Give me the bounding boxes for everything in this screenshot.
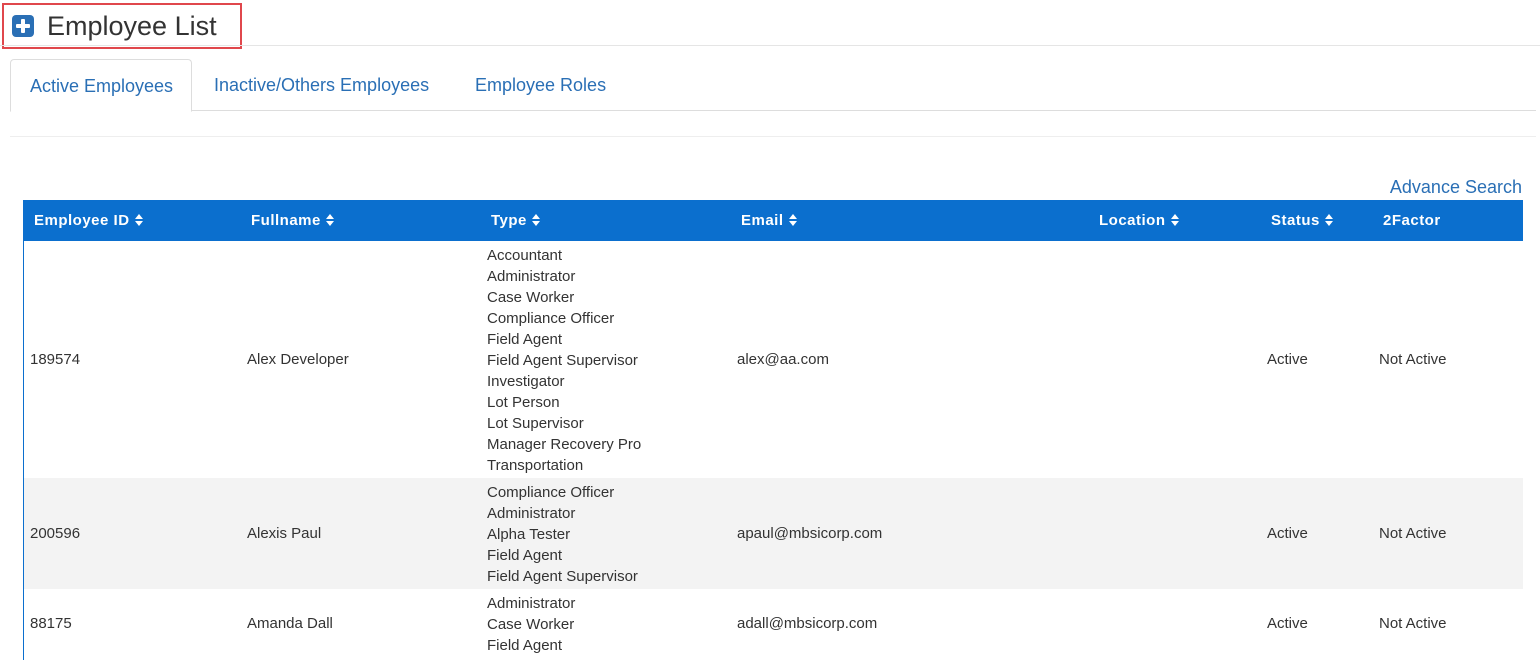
type-item: Field Agent (487, 331, 563, 348)
table-row[interactable]: 189574 Alex Developer Accountant Adminis… (24, 241, 1523, 478)
section-divider (10, 136, 1536, 137)
type-item: Field Agent (487, 637, 563, 654)
type-item: Lot Person (487, 394, 560, 411)
employee-table: Employee ID Fullname Type Email Location… (23, 200, 1523, 660)
advance-search-link[interactable]: Advance Search (1390, 177, 1522, 198)
sort-icon[interactable] (1170, 214, 1180, 226)
table-row[interactable]: 88175 Amanda Dall Administrator Case Wor… (24, 589, 1523, 658)
fullname-cell: Alexis Paul (247, 525, 322, 542)
type-item: Field Agent Supervisor (487, 352, 638, 369)
type-item: Case Worker (487, 616, 575, 633)
tab-inactive-others-employees[interactable]: Inactive/Others Employees (214, 59, 429, 111)
tab-employee-roles[interactable]: Employee Roles (475, 59, 606, 111)
column-header-label: Type (491, 212, 527, 229)
email-cell: alex@aa.com (737, 351, 829, 368)
page-title-box: Employee List (2, 3, 242, 49)
type-cell: Administrator Case Worker Field Agent (487, 593, 575, 656)
type-item: Compliance Officer (487, 310, 615, 327)
plus-square-icon[interactable] (12, 15, 34, 37)
column-header-label: Employee ID (34, 212, 130, 229)
type-item: Transportation (487, 457, 584, 474)
fullname-cell: Alex Developer (247, 351, 349, 368)
type-item: Alpha Tester (487, 526, 571, 543)
table-header: Employee ID Fullname Type Email Location… (24, 200, 1523, 241)
title-divider (0, 45, 1540, 46)
twofactor-cell: Not Active (1379, 525, 1447, 542)
employee-tabs: Active Employees Inactive/Others Employe… (10, 59, 1536, 112)
employee-id-cell: 200596 (30, 525, 81, 542)
employee-id-cell: 189574 (30, 351, 81, 368)
employee-id-cell: 88175 (30, 615, 72, 632)
column-header-employee-id[interactable]: Employee ID (34, 200, 144, 241)
type-item: Case Worker (487, 289, 575, 306)
type-item: Accountant (487, 247, 563, 264)
column-header-label: Fullname (251, 212, 321, 229)
column-header-email[interactable]: Email (741, 200, 798, 241)
column-header-2factor: 2Factor (1383, 200, 1441, 241)
sort-icon[interactable] (788, 214, 798, 226)
page-title: Employee List (47, 10, 217, 41)
twofactor-cell: Not Active (1379, 351, 1447, 368)
fullname-cell: Amanda Dall (247, 615, 333, 632)
type-cell: Compliance Officer Administrator Alpha T… (487, 482, 638, 587)
type-item: Investigator (487, 373, 565, 390)
column-header-label: Email (741, 212, 784, 229)
column-header-status[interactable]: Status (1271, 200, 1334, 241)
email-cell: apaul@mbsicorp.com (737, 525, 883, 542)
column-header-label: 2Factor (1383, 212, 1441, 229)
email-cell: adall@mbsicorp.com (737, 615, 878, 632)
type-cell: Accountant Administrator Case Worker Com… (487, 245, 641, 476)
type-item: Field Agent Supervisor (487, 568, 638, 585)
type-item: Administrator (487, 595, 576, 612)
status-cell: Active (1267, 615, 1308, 632)
status-cell: Active (1267, 525, 1308, 542)
sort-icon[interactable] (531, 214, 541, 226)
column-header-label: Status (1271, 212, 1320, 229)
column-header-label: Location (1099, 212, 1166, 229)
type-item: Administrator (487, 268, 576, 285)
column-header-fullname[interactable]: Fullname (251, 200, 335, 241)
column-header-location[interactable]: Location (1099, 200, 1180, 241)
sort-icon[interactable] (325, 214, 335, 226)
sort-icon[interactable] (134, 214, 144, 226)
type-item: Lot Supervisor (487, 415, 584, 432)
column-header-type[interactable]: Type (491, 200, 541, 241)
type-item: Administrator (487, 505, 576, 522)
type-item: Compliance Officer (487, 484, 615, 501)
type-item: Field Agent (487, 547, 563, 564)
tab-active-employees[interactable]: Active Employees (10, 59, 192, 112)
status-cell: Active (1267, 351, 1308, 368)
sort-icon[interactable] (1324, 214, 1334, 226)
type-item: Manager Recovery Pro (487, 436, 642, 453)
twofactor-cell: Not Active (1379, 615, 1447, 632)
table-row[interactable]: 200596 Alexis Paul Compliance Officer Ad… (24, 478, 1523, 589)
